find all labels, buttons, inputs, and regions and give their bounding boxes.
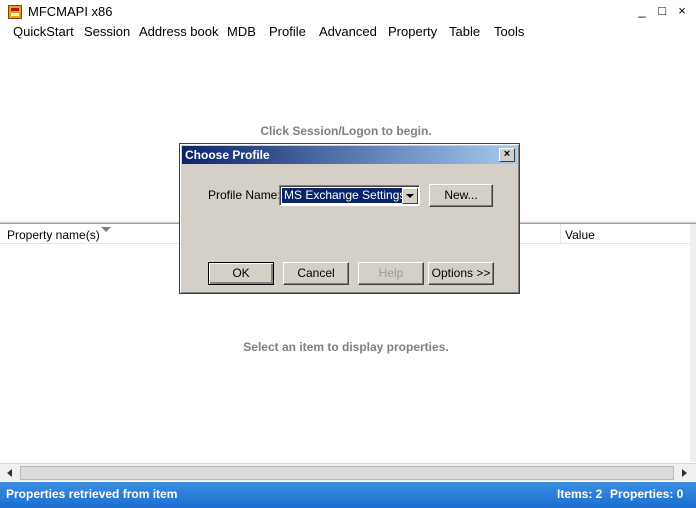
app-icon <box>8 5 22 19</box>
ok-button[interactable]: OK <box>208 262 274 285</box>
new-profile-button[interactable]: New... <box>429 184 493 207</box>
column-property-name[interactable]: Property name(s) <box>7 228 100 242</box>
menu-profile[interactable]: Profile <box>269 24 306 40</box>
vertical-scrollbar[interactable] <box>690 224 696 462</box>
menu-mdb[interactable]: MDB <box>227 24 256 40</box>
column-value[interactable]: Value <box>565 228 595 242</box>
scroll-right-button[interactable] <box>676 465 692 481</box>
menu-address-book[interactable]: Address book <box>139 24 219 40</box>
horizontal-scrollbar[interactable] <box>0 463 696 481</box>
window-title: MFCMAPI x86 <box>28 4 113 19</box>
arrow-left-icon <box>7 469 12 477</box>
status-bar: Properties retrieved from item Items: 2 … <box>0 482 696 508</box>
logon-hint: Click Session/Logon to begin. <box>260 124 432 138</box>
menu-bar: QuickStart Session Address book MDB Prof… <box>0 22 696 42</box>
status-message: Properties retrieved from item <box>6 487 178 501</box>
help-button[interactable]: Help <box>358 262 424 285</box>
menu-quickstart[interactable]: QuickStart <box>13 24 74 40</box>
menu-advanced[interactable]: Advanced <box>319 24 377 40</box>
choose-profile-dialog: Choose Profile × Profile Name: MS Exchan… <box>179 143 520 294</box>
close-window-button[interactable]: × <box>672 2 692 20</box>
dialog-title-bar: Choose Profile × <box>182 146 517 164</box>
profile-name-value: MS Exchange Settings <box>282 188 408 203</box>
column-divider[interactable] <box>560 224 561 244</box>
profile-name-label: Profile Name: <box>208 188 281 202</box>
cancel-button[interactable]: Cancel <box>283 262 349 285</box>
dialog-title: Choose Profile <box>185 148 270 162</box>
status-property-count: Properties: 0 <box>610 487 684 501</box>
maximize-button[interactable]: □ <box>652 2 672 20</box>
scroll-left-button[interactable] <box>2 465 18 481</box>
menu-session[interactable]: Session <box>84 24 130 40</box>
arrow-right-icon <box>682 469 687 477</box>
combo-dropdown-button[interactable] <box>402 188 418 204</box>
window-title-bar: MFCMAPI x86 _ □ × <box>0 0 696 22</box>
options-button[interactable]: Options >> <box>428 262 494 285</box>
profile-name-combobox[interactable]: MS Exchange Settings <box>279 185 420 206</box>
menu-property[interactable]: Property <box>388 24 437 40</box>
chevron-down-icon <box>406 194 414 198</box>
minimize-button[interactable]: _ <box>632 2 652 20</box>
sort-descending-icon <box>101 227 111 232</box>
dialog-close-button[interactable]: × <box>499 148 515 162</box>
menu-table[interactable]: Table <box>449 24 480 40</box>
status-item-count: Items: 2 <box>557 487 603 501</box>
property-list-hint: Select an item to display properties. <box>243 340 449 354</box>
scroll-thumb[interactable] <box>20 466 674 480</box>
menu-tools[interactable]: Tools <box>494 24 524 40</box>
